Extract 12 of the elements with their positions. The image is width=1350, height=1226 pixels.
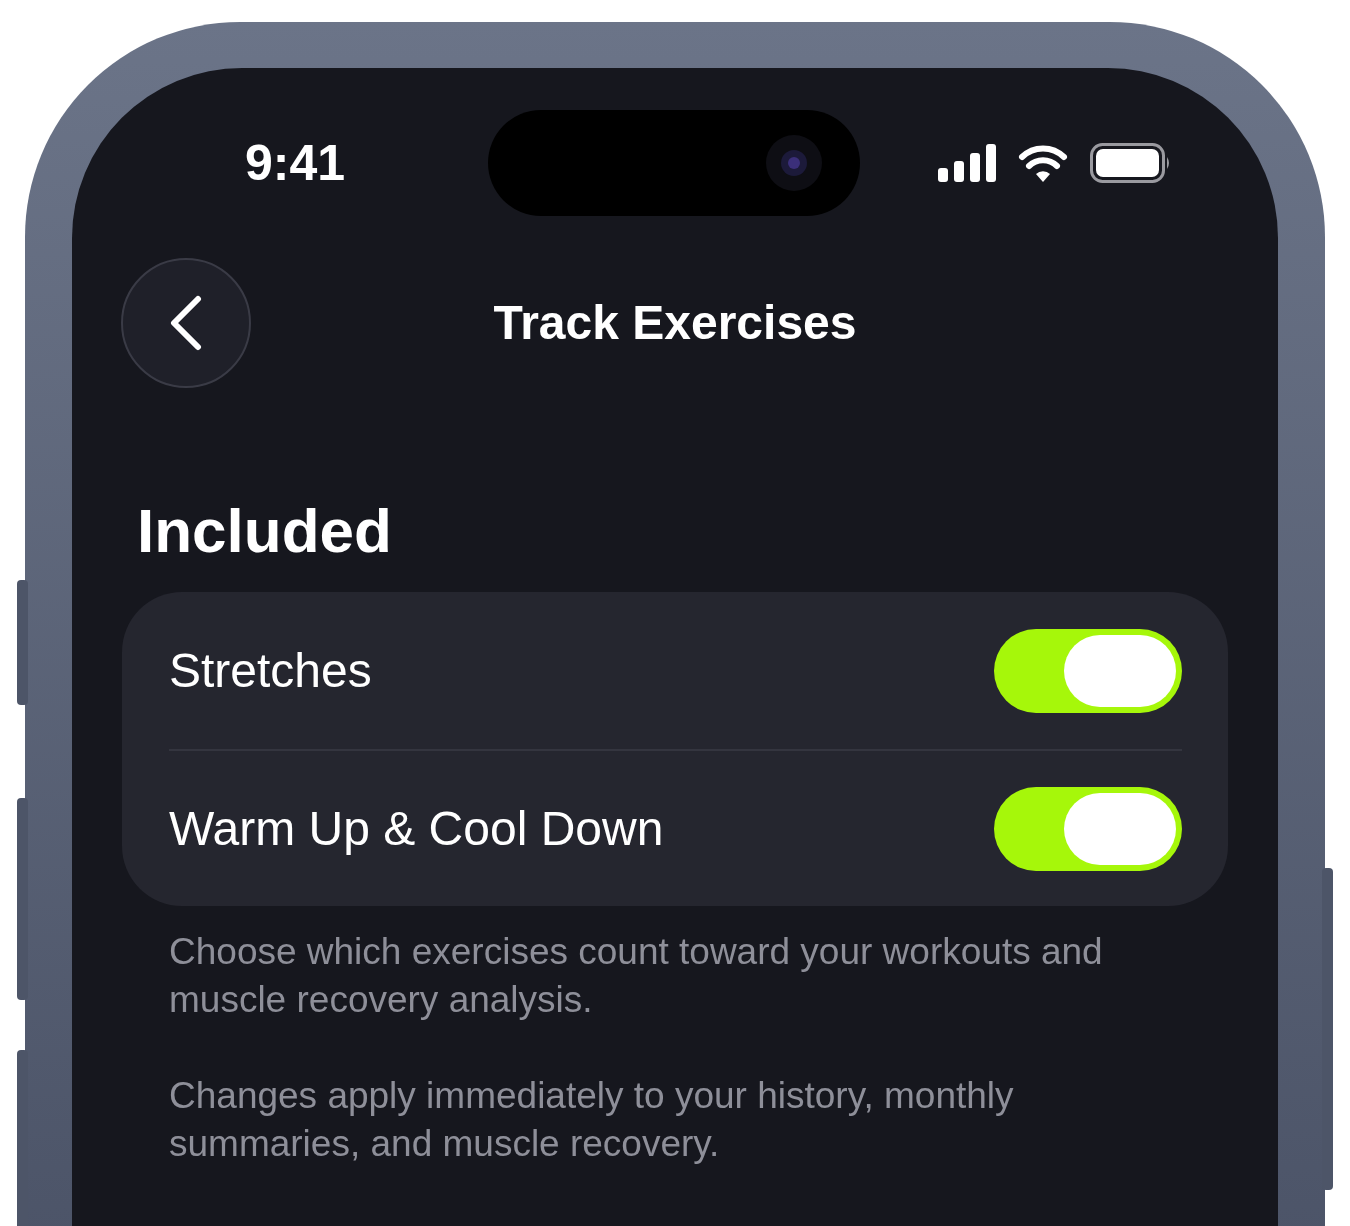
setting-label: Warm Up & Cool Down	[169, 800, 664, 857]
setting-label: Stretches	[169, 642, 372, 699]
camera-icon	[764, 133, 824, 193]
battery-icon	[1090, 143, 1172, 183]
footer-note: Changes apply immediately to your history, monthly summaries, and muscle recovery.	[169, 1074, 1015, 1166]
signal-icon	[938, 144, 996, 182]
status-time: 9:41	[245, 138, 347, 188]
wifi-icon	[1018, 144, 1068, 182]
screen-title: Track Exercises	[493, 295, 857, 351]
section-title: Included	[137, 500, 393, 562]
footer-note: Choose which exercises count toward your workouts and muscle recovery analysis.	[169, 930, 1104, 1022]
chevron-left-icon	[168, 295, 204, 351]
